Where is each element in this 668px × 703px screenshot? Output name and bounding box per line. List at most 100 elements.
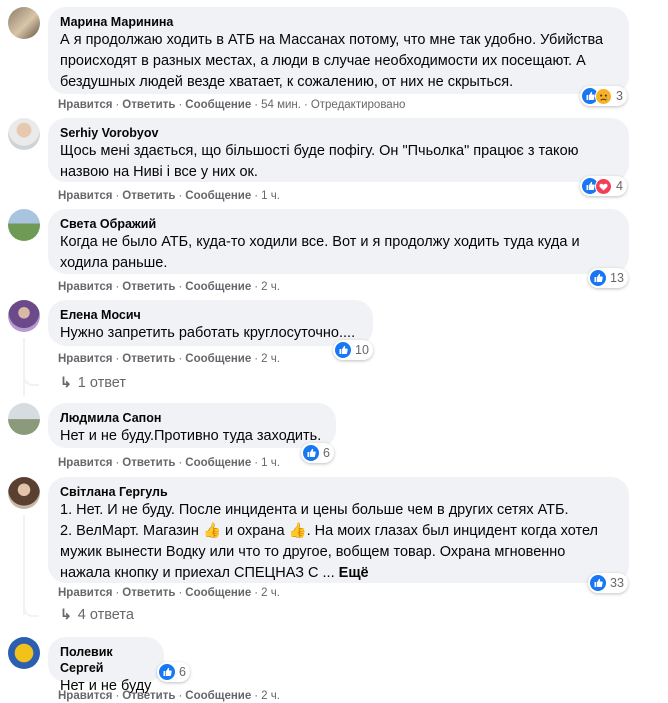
reply-link[interactable]: Ответить	[122, 190, 175, 202]
comment-text: Нужно запретить работать круглосуточно..…	[60, 323, 361, 344]
avatar[interactable]	[8, 300, 40, 332]
view-replies-link[interactable]: ↳ 4 ответа	[60, 606, 134, 623]
comment-author[interactable]: Serhiy Vorobyov	[60, 125, 617, 141]
separator: ·	[115, 587, 120, 599]
reaction-summary[interactable]: 6	[301, 443, 334, 463]
text-line: ходила раньше.	[60, 255, 168, 271]
comment-bubble: Света Ображий Когда не было АТБ, куда-то…	[48, 209, 629, 274]
comment-author[interactable]: Света Ображий	[60, 216, 617, 232]
reaction-summary[interactable]: 10	[333, 340, 373, 360]
comment-actions: Нравится · Ответить · Сообщение · 2 ч.	[58, 352, 280, 366]
comment-bubble: Serhiy Vorobyov Щось мені здається, що б…	[48, 118, 629, 182]
thread-line	[23, 338, 25, 396]
comment-author[interactable]: Людмила Сапон	[60, 410, 324, 426]
avatar[interactable]	[8, 403, 40, 435]
like-link[interactable]: Нравится	[58, 587, 112, 599]
like-link[interactable]: Нравится	[58, 353, 112, 365]
separator: ·	[254, 457, 259, 469]
thread-connector	[23, 370, 39, 386]
comment-actions: Нравится · Ответить · Сообщение · 2 ч.	[58, 280, 280, 294]
message-link[interactable]: Сообщение	[185, 190, 251, 202]
message-link[interactable]: Сообщение	[185, 281, 251, 293]
avatar[interactable]	[8, 7, 40, 39]
reaction-count: 33	[610, 576, 624, 590]
comment-author[interactable]: Елена Мосич	[60, 307, 361, 323]
reaction-count: 6	[179, 665, 186, 679]
separator: ·	[178, 587, 183, 599]
separator: ·	[178, 190, 183, 202]
timestamp[interactable]: 1 ч.	[261, 190, 280, 202]
timestamp[interactable]: 2 ч.	[261, 587, 280, 599]
text-line: 1. Нет. И не буду. После инцидента и цен…	[60, 502, 569, 518]
reply-link[interactable]: Ответить	[122, 99, 175, 111]
separator: ·	[254, 587, 259, 599]
text-line: мужик вынести Водку или что то другое, в…	[60, 544, 566, 560]
separator: ·	[303, 99, 308, 111]
see-more-link[interactable]: Ещё	[339, 565, 369, 581]
avatar[interactable]	[8, 477, 40, 509]
separator: ·	[178, 99, 183, 111]
comment-actions: Нравится · Ответить · Сообщение · 1 ч.	[58, 456, 280, 470]
message-link[interactable]: Сообщение	[185, 690, 251, 702]
reply-link[interactable]: Ответить	[122, 457, 175, 469]
reply-link[interactable]: Ответить	[122, 587, 175, 599]
reply-link[interactable]: Ответить	[122, 690, 175, 702]
comment-author[interactable]: Полевик Сергей	[60, 644, 152, 676]
message-link[interactable]: Сообщение	[185, 587, 251, 599]
message-link[interactable]: Сообщение	[185, 457, 251, 469]
view-replies-link[interactable]: ↳ 1 ответ	[60, 374, 126, 391]
separator: ·	[178, 353, 183, 365]
reaction-summary[interactable]: 3	[580, 86, 627, 106]
message-link[interactable]: Сообщение	[185, 353, 251, 365]
like-icon	[590, 270, 606, 286]
comment-author[interactable]: Світлана Гергуль	[60, 484, 617, 500]
sad-icon	[595, 87, 612, 105]
timestamp[interactable]: 2 ч.	[261, 353, 280, 365]
text-line: А я продолжаю ходить в АТБ на Массанах п…	[60, 32, 604, 48]
comment-text: Щось мені здається, що більшості буде по…	[60, 141, 617, 183]
separator: ·	[178, 690, 183, 702]
timestamp[interactable]: 2 ч.	[261, 281, 280, 293]
separator: ·	[254, 353, 259, 365]
reply-link[interactable]: Ответить	[122, 353, 175, 365]
comment-actions: Нравится · Ответить · Сообщение · 1 ч.	[58, 189, 280, 203]
text-line: Щось мені здається, що більшості буде по…	[60, 143, 579, 159]
reaction-summary[interactable]: 6	[157, 662, 190, 682]
comment-text: 1. Нет. И не буду. После инцидента и цен…	[60, 500, 617, 584]
timestamp[interactable]: 1 ч.	[261, 457, 280, 469]
replies-count: 1 ответ	[77, 374, 126, 391]
comment-bubble: Світлана Гергуль 1. Нет. И не буду. Посл…	[48, 477, 629, 583]
comment-bubble: Елена Мосич Нужно запретить работать кру…	[48, 300, 373, 346]
message-link[interactable]: Сообщение	[185, 99, 251, 111]
replies-count: 4 ответа	[77, 606, 134, 623]
text-line: бездушных людей везде хватает, к сожален…	[60, 74, 514, 90]
reaction-summary[interactable]: 4	[580, 176, 627, 196]
thread-line	[23, 515, 25, 615]
edited-label: Отредактировано	[310, 99, 406, 111]
like-link[interactable]: Нравится	[58, 190, 112, 202]
reaction-summary[interactable]: 13	[588, 268, 628, 288]
separator: ·	[254, 690, 259, 702]
text-line: нажала кнопку и приехал СПЕЦНАЗ С ... Ещ…	[60, 563, 617, 584]
separator: ·	[178, 457, 183, 469]
timestamp[interactable]: 2 ч.	[261, 690, 280, 702]
text-line-content: нажала кнопку и приехал СПЕЦНАЗ С ...	[60, 565, 335, 581]
like-link[interactable]: Нравится	[58, 690, 112, 702]
separator: ·	[115, 281, 120, 293]
like-link[interactable]: Нравится	[58, 281, 112, 293]
reply-link[interactable]: Ответить	[122, 281, 175, 293]
separator: ·	[115, 690, 120, 702]
comment-bubble: Полевик Сергей Нет и не буду	[48, 637, 164, 694]
avatar[interactable]	[8, 637, 40, 669]
reaction-count: 4	[616, 179, 623, 193]
avatar[interactable]	[8, 209, 40, 241]
comment-text: Когда не было АТБ, куда-то ходили все. В…	[60, 232, 617, 274]
like-link[interactable]: Нравится	[58, 99, 112, 111]
like-icon	[335, 342, 351, 358]
timestamp[interactable]: 54 мин.	[261, 99, 301, 111]
reaction-count: 6	[323, 446, 330, 460]
avatar[interactable]	[8, 118, 40, 150]
reaction-summary[interactable]: 33	[588, 573, 628, 593]
comment-author[interactable]: Марина Маринина	[60, 14, 617, 30]
like-link[interactable]: Нравится	[58, 457, 112, 469]
